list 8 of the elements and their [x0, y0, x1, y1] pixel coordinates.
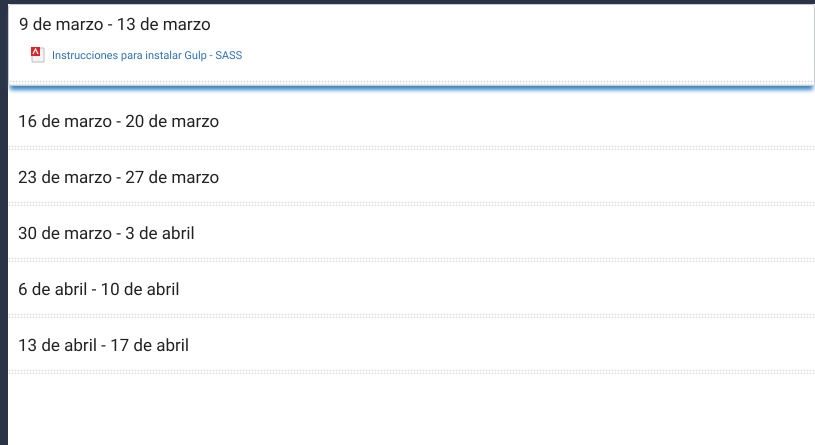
section-title: 23 de marzo - 27 de marzo — [18, 168, 220, 188]
pdf-file-icon — [31, 47, 45, 63]
section-title: 16 de marzo - 20 de marzo — [18, 112, 220, 132]
section-title: 9 de marzo - 13 de marzo — [19, 15, 212, 35]
resource-link[interactable]: Instrucciones para instalar Gulp - SASS — [52, 48, 242, 62]
section-title: 13 de abril - 17 de abril — [18, 336, 190, 356]
section-title: 30 de marzo - 3 de abril — [18, 224, 196, 244]
section-title: 6 de abril - 10 de abril — [18, 280, 181, 300]
